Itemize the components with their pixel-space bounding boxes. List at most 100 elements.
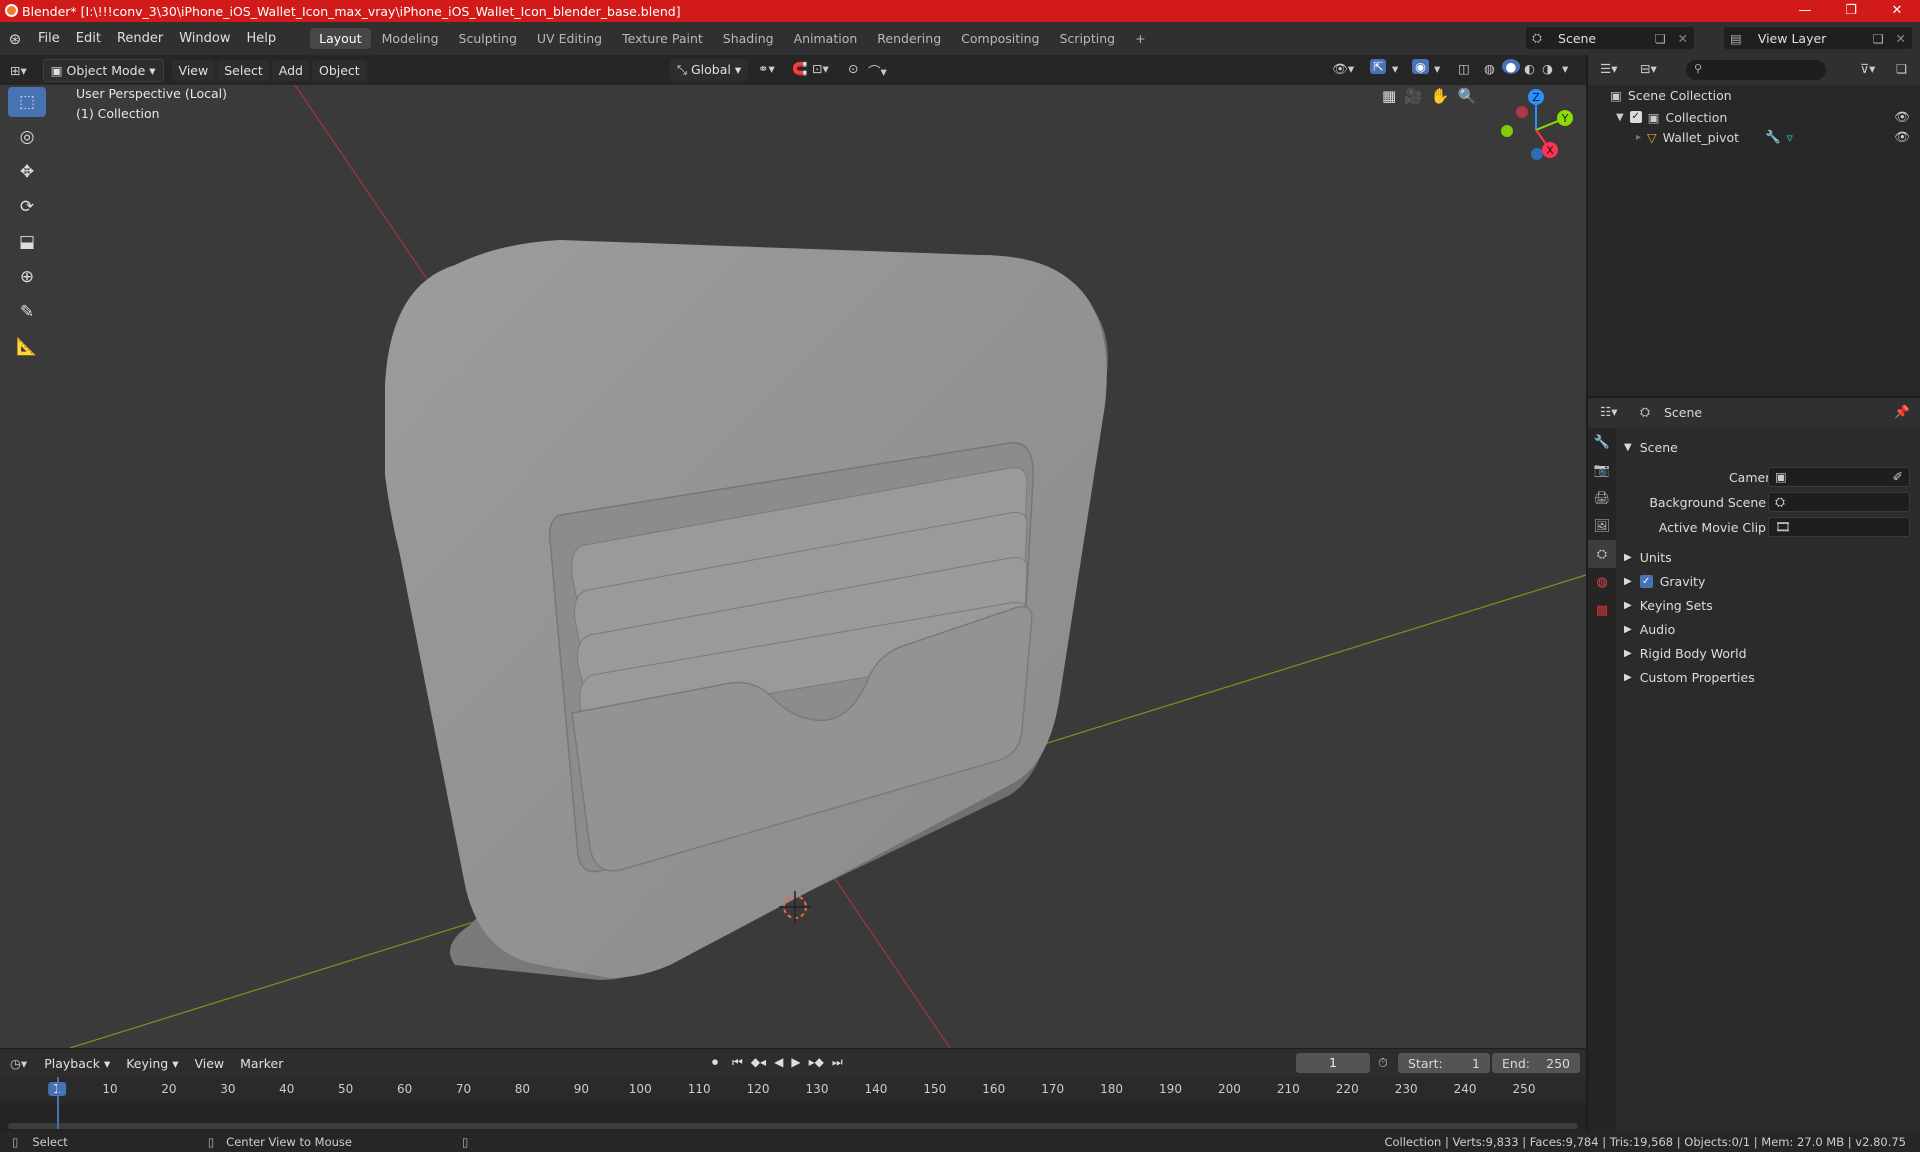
camera-field[interactable]: ▣ ✐ <box>1768 467 1910 487</box>
minimize-button[interactable]: — <box>1782 0 1828 22</box>
tab-rendering[interactable]: Rendering <box>868 28 950 49</box>
zoom-icon[interactable]: 🔍 <box>1458 87 1477 105</box>
keying-menu[interactable]: Keying ▾ <box>119 1052 186 1074</box>
play-reverse-icon[interactable]: ◀ <box>774 1055 783 1070</box>
current-frame-field[interactable]: 1 <box>1296 1053 1370 1073</box>
overlay-toggle-icon[interactable]: ◉ <box>1412 59 1429 74</box>
gravity-checkbox[interactable]: ✓ <box>1639 574 1653 588</box>
timeline-editor-icon[interactable]: ◷▾ <box>10 1056 27 1071</box>
menu-view[interactable]: View <box>171 59 216 81</box>
tab-texture-paint[interactable]: Texture Paint <box>613 28 712 49</box>
wireframe-shading-icon[interactable]: ◍ <box>1484 61 1495 76</box>
timeline-ruler[interactable]: 1102030405060708090100110120130140150160… <box>0 1077 1586 1103</box>
scale-tool[interactable]: ⬓ <box>8 227 46 257</box>
tab-texture[interactable]: ▩ <box>1588 596 1616 624</box>
annotate-tool[interactable]: ✎ <box>8 297 46 327</box>
menu-add[interactable]: Add <box>271 59 310 81</box>
gravity-section[interactable]: ▶ ✓ Gravity <box>1624 570 1705 592</box>
tab-sculpting[interactable]: Sculpting <box>450 28 526 49</box>
shading-dropdown-icon[interactable]: ▾ <box>1562 61 1568 76</box>
jump-end-icon[interactable]: ⏭ <box>832 1055 843 1070</box>
tab-uv-editing[interactable]: UV Editing <box>528 28 611 49</box>
scene-selector[interactable]: ⛭ Scene ❏ ✕ <box>1526 27 1694 49</box>
editor-type-icon[interactable]: ⊞▾ <box>10 63 27 78</box>
gizmo-dropdown-icon[interactable]: ▾ <box>1392 61 1398 76</box>
measure-tool[interactable]: 📐 <box>8 332 46 362</box>
select-box-tool[interactable]: ⬚ <box>8 87 46 117</box>
blender-menu-icon[interactable]: ⊛ <box>0 30 30 48</box>
object-expand-icon[interactable]: ▸ <box>1636 132 1641 143</box>
falloff-icon[interactable]: ⌒▾ <box>868 61 887 80</box>
tab-render[interactable]: 📷 <box>1588 456 1616 484</box>
prev-keyframe-icon[interactable]: ◆◂ <box>751 1055 766 1070</box>
remove-scene-icon[interactable]: ✕ <box>1678 31 1688 46</box>
object-visibility-icon[interactable]: 👁 <box>1894 129 1910 145</box>
tab-world[interactable]: ◍ <box>1588 568 1616 596</box>
menu-edit[interactable]: Edit <box>68 31 109 46</box>
timeline-scrollbar[interactable] <box>8 1123 1578 1129</box>
tab-shading[interactable]: Shading <box>714 28 783 49</box>
outliner-scene-collection[interactable]: ▣ Scene Collection <box>1610 88 1732 103</box>
menu-window[interactable]: Window <box>171 31 238 46</box>
remove-layer-icon[interactable]: ✕ <box>1896 31 1906 46</box>
active-movie-clip-field[interactable]: 🎞 <box>1768 517 1910 537</box>
camera-view-icon[interactable]: 🎥 <box>1404 87 1423 105</box>
close-button[interactable]: ✕ <box>1874 0 1920 22</box>
expand-arrow-icon[interactable]: ▼ <box>1616 112 1624 123</box>
tab-tool[interactable]: 🔧 <box>1588 428 1616 456</box>
record-icon[interactable]: ⏺ <box>712 1055 718 1070</box>
keying-sets-section[interactable]: ▶ Keying Sets <box>1624 594 1713 616</box>
collection-visibility-icon[interactable]: 👁 <box>1894 109 1910 125</box>
mesh-data-icon[interactable]: ▿ <box>1787 130 1793 145</box>
playback-menu[interactable]: Playback ▾ <box>37 1052 118 1074</box>
visibility-icon[interactable]: 👁▾ <box>1332 61 1354 77</box>
menu-select[interactable]: Select <box>217 59 270 81</box>
maximize-button[interactable]: ❐ <box>1828 0 1874 22</box>
cursor-tool[interactable]: ◎ <box>8 122 46 152</box>
audio-section[interactable]: ▶ Audio <box>1624 618 1675 640</box>
next-keyframe-icon[interactable]: ▸◆ <box>809 1055 824 1070</box>
pin-icon[interactable]: 📌 <box>1894 404 1910 420</box>
tab-scripting[interactable]: Scripting <box>1051 28 1125 49</box>
custom-properties-section[interactable]: ▶ Custom Properties <box>1624 666 1755 688</box>
outliner-search-input[interactable]: ⚲ <box>1686 60 1826 80</box>
tab-modeling[interactable]: Modeling <box>373 28 448 49</box>
overlay-dropdown-icon[interactable]: ▾ <box>1434 61 1440 76</box>
tab-scene[interactable]: ⛭ <box>1588 540 1616 568</box>
tab-compositing[interactable]: Compositing <box>952 28 1048 49</box>
tab-view-layer[interactable]: 🖼 <box>1588 512 1616 540</box>
menu-help[interactable]: Help <box>239 31 285 46</box>
transform-tool[interactable]: ⊕ <box>8 262 46 292</box>
properties-editor-icon[interactable]: ☷▾ <box>1600 404 1617 419</box>
view-layer-selector[interactable]: ▤ View Layer ❏ ✕ <box>1724 27 1912 49</box>
menu-file[interactable]: File <box>30 31 68 46</box>
snap-icon[interactable]: 🧲 <box>792 61 808 77</box>
mode-dropdown[interactable]: ▣ Object Mode ▾ <box>42 58 164 82</box>
3d-viewport[interactable]: Z Y X ▦ 🎥 ✋ 🔍 <box>0 85 1586 1048</box>
proportional-edit-icon[interactable]: ⊙ <box>848 61 858 76</box>
tab-animation[interactable]: Animation <box>785 28 867 49</box>
collection-checkbox[interactable]: ✓ <box>1629 111 1642 123</box>
units-section[interactable]: ▶ Units <box>1624 546 1672 568</box>
transform-orientation-dropdown[interactable]: ⤡ Global ▾ <box>670 59 749 81</box>
marker-menu[interactable]: Marker <box>233 1052 291 1074</box>
outliner-editor-icon[interactable]: ☰▾ <box>1600 61 1617 76</box>
outliner-collection-row[interactable]: ▼ ✓ ▣ Collection 👁 <box>1616 107 1920 127</box>
tab-layout[interactable]: Layout <box>310 28 371 49</box>
play-icon[interactable]: ▶ <box>791 1055 800 1070</box>
pivot-icon[interactable]: ⚭▾ <box>758 61 775 76</box>
background-scene-field[interactable]: ⛭ <box>1768 492 1910 512</box>
eyedropper-icon[interactable]: ✐ <box>1893 469 1903 484</box>
display-mode-icon[interactable]: ⊟▾ <box>1640 61 1657 76</box>
xray-icon[interactable]: ◫ <box>1458 61 1470 76</box>
scene-panel-header[interactable]: ▼ Scene <box>1624 436 1678 458</box>
end-frame-field[interactable]: End: 250 <box>1492 1053 1580 1073</box>
material-shading-icon[interactable]: ◐ <box>1524 61 1535 76</box>
menu-render[interactable]: Render <box>109 31 171 46</box>
gizmo-toggle-icon[interactable]: ⇱ <box>1370 59 1387 74</box>
snap-target-icon[interactable]: ⊡▾ <box>812 61 829 76</box>
rotate-tool[interactable]: ⟳ <box>8 192 46 222</box>
navigation-gizmo[interactable]: Z Y X <box>1501 89 1573 160</box>
copy-layer-icon[interactable]: ❏ <box>1873 31 1884 46</box>
filter-icon[interactable]: ⊽▾ <box>1860 61 1875 76</box>
